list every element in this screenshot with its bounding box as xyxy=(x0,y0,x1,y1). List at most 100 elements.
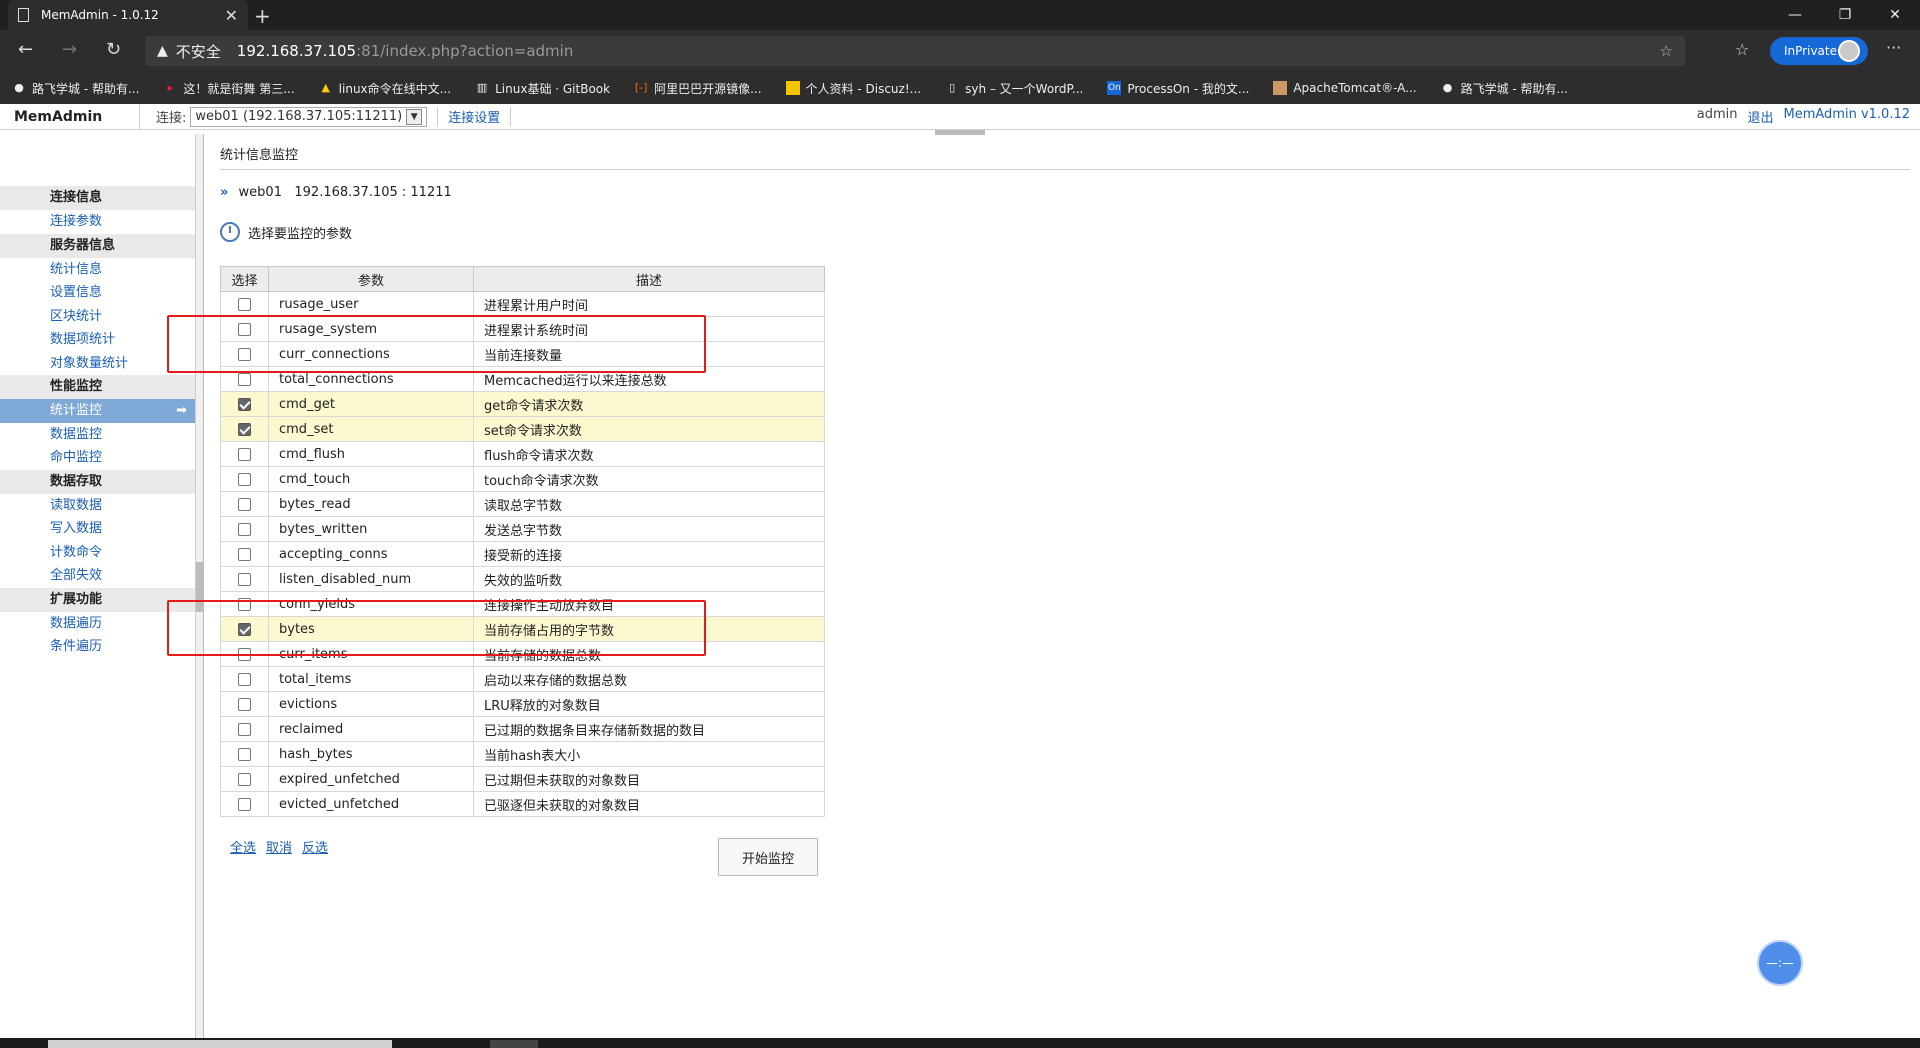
floating-widget[interactable]: —:— xyxy=(1757,940,1803,986)
sidebar-item[interactable]: 读取数据 xyxy=(0,494,195,518)
sidebar-item[interactable]: 连接参数 xyxy=(0,210,195,234)
tab-close-icon[interactable]: ✕ xyxy=(225,6,238,25)
table-row[interactable]: bytes_read 读取总字节数 xyxy=(220,491,825,517)
row-checkbox-cell[interactable] xyxy=(220,766,269,792)
sidebar-item[interactable]: 设置信息 xyxy=(0,281,195,305)
checkbox[interactable] xyxy=(238,472,251,486)
connection-select[interactable]: web01 (192.168.37.105:11211) ▼ xyxy=(190,106,428,127)
checkbox[interactable] xyxy=(238,697,251,711)
desc-cell: 启动以来存储的数据总数 xyxy=(473,666,825,692)
desc-cell: LRU释放的对象数目 xyxy=(473,691,825,717)
table-row[interactable]: cmd_touch touch命令请求次数 xyxy=(220,466,825,492)
table-row[interactable]: expired_unfetched 已过期但未获取的对象数目 xyxy=(220,766,825,792)
checkbox[interactable] xyxy=(238,547,251,561)
sidebar-scrollbar[interactable] xyxy=(196,134,204,1038)
select-all-link[interactable]: 全选 xyxy=(230,837,256,856)
bookmark[interactable]: ApacheTomcat®-A... xyxy=(1273,81,1417,95)
row-checkbox-cell[interactable] xyxy=(220,741,269,767)
table-row[interactable]: cmd_set set命令请求次数 xyxy=(220,416,825,442)
sidebar-item-active[interactable]: 统计监控 ➡ xyxy=(0,399,195,423)
start-monitor-button[interactable]: 开始监控 xyxy=(718,838,818,876)
bookmark[interactable]: ▸ 这！就是街舞 第三... xyxy=(163,80,295,97)
row-checkbox-cell[interactable] xyxy=(220,691,269,717)
chevron-down-icon[interactable]: ▼ xyxy=(406,108,423,125)
checkbox[interactable] xyxy=(238,747,251,761)
row-checkbox-cell[interactable] xyxy=(220,716,269,742)
row-checkbox-cell[interactable] xyxy=(220,491,269,517)
row-checkbox-cell[interactable] xyxy=(220,291,269,317)
bookmark[interactable]: ● 路飞学城 - 帮助有... xyxy=(12,80,139,97)
row-checkbox-cell[interactable] xyxy=(220,441,269,467)
table-row[interactable]: evicted_unfetched 已驱逐但未获取的对象数目 xyxy=(220,791,825,817)
table-row[interactable]: evictions LRU释放的对象数目 xyxy=(220,691,825,717)
connection-settings-link[interactable]: 连接设置 xyxy=(437,107,512,126)
invert-link[interactable]: 反选 xyxy=(302,837,328,856)
checkbox[interactable] xyxy=(238,722,251,736)
row-checkbox-cell[interactable] xyxy=(220,791,269,817)
inprivate-button[interactable]: InPrivate xyxy=(1770,37,1868,65)
forward-icon[interactable]: → xyxy=(62,39,77,60)
row-checkbox-cell[interactable] xyxy=(220,666,269,692)
row-checkbox-cell[interactable] xyxy=(220,466,269,492)
table-row[interactable]: hash_bytes 当前hash表大小 xyxy=(220,741,825,767)
checkbox[interactable] xyxy=(238,797,251,811)
checkbox[interactable] xyxy=(238,522,251,536)
close-window-icon[interactable]: ✕ xyxy=(1870,0,1920,30)
maximize-icon[interactable]: ❐ xyxy=(1820,0,1870,30)
more-icon[interactable]: ··· xyxy=(1886,38,1901,57)
sidebar-item[interactable]: 数据项统计 xyxy=(0,328,195,352)
bookmark[interactable]: ▥ Linux基础 · GitBook xyxy=(475,80,610,97)
sidebar-item[interactable]: 全部失效 xyxy=(0,564,195,588)
app-header: MemAdmin 连接: web01 (192.168.37.105:11211… xyxy=(0,104,1920,130)
checkbox[interactable] xyxy=(238,422,251,436)
bookmark[interactable]: ▲ linux命令在线中文... xyxy=(319,80,451,97)
bookmark[interactable]: 个人资料 - Discuz!... xyxy=(785,80,921,97)
url-field[interactable]: ▲ 不安全 192.168.37.105 :81/index.php?actio… xyxy=(145,36,1685,66)
row-checkbox-cell[interactable] xyxy=(220,416,269,442)
checkbox[interactable] xyxy=(238,497,251,511)
bookmark[interactable]: ● 路飞学城 - 帮助有... xyxy=(1441,80,1568,97)
table-row[interactable]: cmd_flush flush命令请求次数 xyxy=(220,441,825,467)
new-tab-icon[interactable]: + xyxy=(254,4,271,28)
sidebar-item[interactable]: 数据遍历 xyxy=(0,612,195,636)
cancel-link[interactable]: 取消 xyxy=(266,837,292,856)
sidebar-item[interactable]: 条件遍历 xyxy=(0,635,195,659)
bookmark[interactable]: ▯ syh – 又一个WordP... xyxy=(945,80,1083,97)
table-row[interactable]: reclaimed 已过期的数据条目来存储新数据的数目 xyxy=(220,716,825,742)
checkbox[interactable] xyxy=(238,397,251,411)
bookmark[interactable]: On ProcessOn - 我的文... xyxy=(1107,80,1249,97)
checkbox[interactable] xyxy=(238,297,251,311)
table-row[interactable]: bytes_written 发送总字节数 xyxy=(220,516,825,542)
table-row[interactable]: cmd_get get命令请求次数 xyxy=(220,391,825,417)
checkbox[interactable] xyxy=(238,672,251,686)
sidebar-item[interactable]: 数据监控 xyxy=(0,423,195,447)
checkbox[interactable] xyxy=(238,447,251,461)
sidebar-item[interactable]: 写入数据 xyxy=(0,517,195,541)
table-row[interactable]: rusage_user 进程累计用户时间 xyxy=(220,291,825,317)
logout-link[interactable]: 退出 xyxy=(1748,107,1774,126)
back-icon[interactable]: ← xyxy=(18,39,33,60)
sidebar-item[interactable]: 命中监控 xyxy=(0,446,195,470)
minimize-icon[interactable]: — xyxy=(1770,0,1820,30)
sidebar-item[interactable]: 统计信息 xyxy=(0,258,195,282)
sidebar-item[interactable]: 区块统计 xyxy=(0,305,195,329)
star-icon[interactable]: ☆ xyxy=(1660,42,1673,60)
table-row[interactable]: accepting_conns 接受新的连接 xyxy=(220,541,825,567)
desc-cell: 失效的监听数 xyxy=(473,566,825,592)
row-checkbox-cell[interactable] xyxy=(220,541,269,567)
table-row[interactable]: total_items 启动以来存储的数据总数 xyxy=(220,666,825,692)
favorites-icon[interactable]: ☆ xyxy=(1735,40,1749,59)
refresh-icon[interactable]: ↻ xyxy=(106,39,121,60)
row-checkbox-cell[interactable] xyxy=(220,516,269,542)
checkbox[interactable] xyxy=(238,572,251,586)
browser-tab[interactable]: MemAdmin - 1.0.12 ✕ xyxy=(8,0,248,30)
row-checkbox-cell[interactable] xyxy=(220,566,269,592)
sidebar-item[interactable]: 计数命令 xyxy=(0,541,195,565)
bookmark[interactable]: [-] 阿里巴巴开源镜像... xyxy=(634,80,762,97)
checkbox[interactable] xyxy=(238,772,251,786)
sidebar-item[interactable]: 对象数量统计 xyxy=(0,352,195,376)
version-link[interactable]: MemAdmin v1.0.12 xyxy=(1784,107,1910,126)
checkbox[interactable] xyxy=(238,372,251,386)
row-checkbox-cell[interactable] xyxy=(220,391,269,417)
table-row[interactable]: listen_disabled_num 失效的监听数 xyxy=(220,566,825,592)
